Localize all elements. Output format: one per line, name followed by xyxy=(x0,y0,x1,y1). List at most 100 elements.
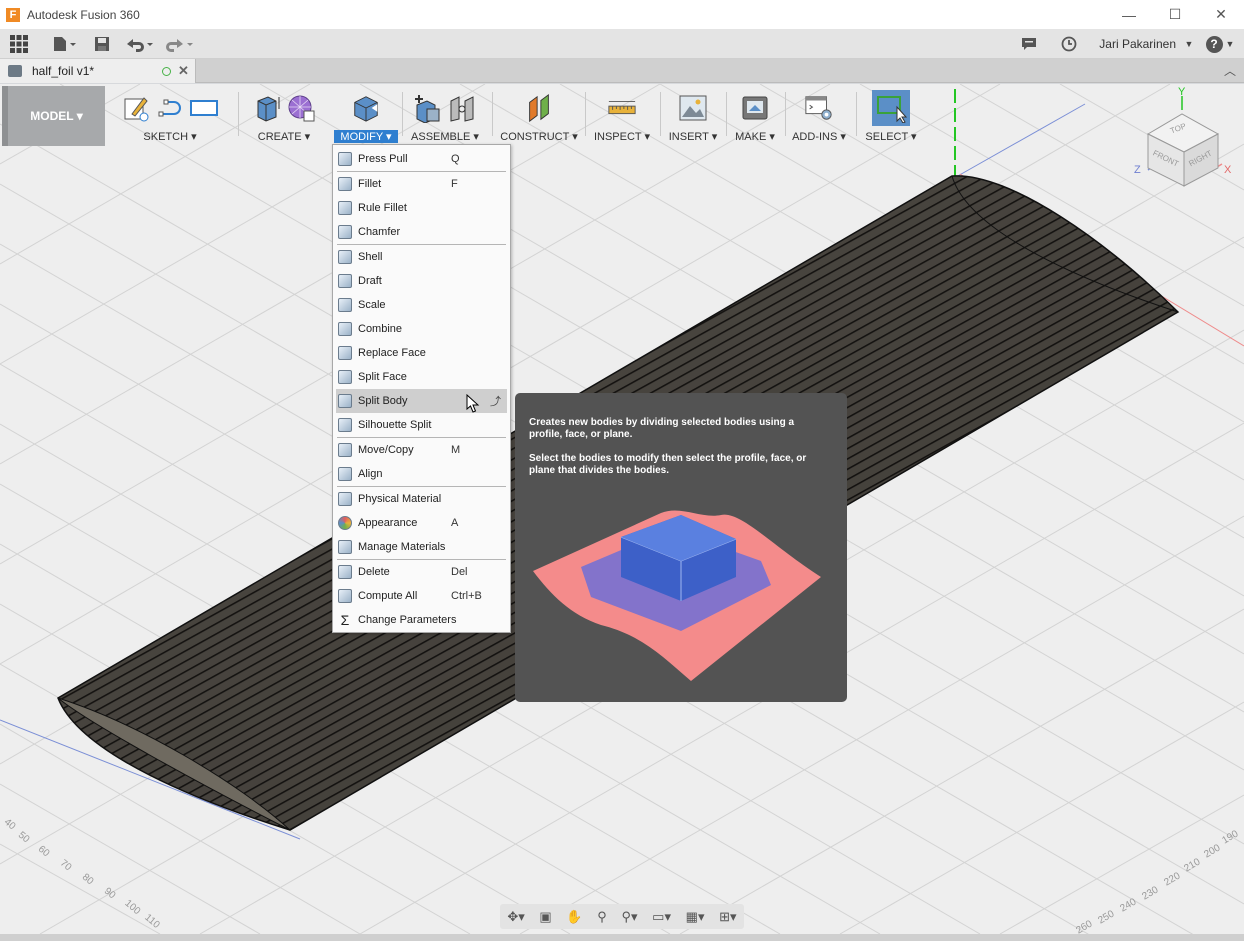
menu-item-rule-fillet[interactable]: Rule Fillet xyxy=(333,196,510,220)
line-icon[interactable] xyxy=(155,92,185,124)
menu-item-draft[interactable]: Draft xyxy=(333,269,510,293)
modify-group[interactable]: MODIFY ▾ xyxy=(330,84,402,148)
menu-item-label: Fillet xyxy=(358,178,382,190)
scripts-addins-icon[interactable] xyxy=(804,92,834,124)
menu-item-combine[interactable]: Combine xyxy=(333,317,510,341)
menu-item-split-body[interactable]: Split Body ⤴ xyxy=(336,389,507,413)
rectangle-icon[interactable] xyxy=(189,92,219,124)
menu-item-shell[interactable]: Shell xyxy=(333,245,510,269)
menu-item-silhouette-split[interactable]: Silhouette Split xyxy=(333,413,510,437)
app-logo-icon: F xyxy=(6,7,20,22)
create-group[interactable]: CREATE ▾ xyxy=(242,84,326,148)
fit-zoom-icon[interactable]: ⚲▾ xyxy=(621,909,637,925)
menu-item-chamfer[interactable]: Chamfer xyxy=(333,220,510,244)
move-copy-icon xyxy=(338,443,352,457)
inspect-group-label[interactable]: INSPECT ▾ xyxy=(588,130,656,143)
menu-item-label: Draft xyxy=(358,275,382,287)
select-group[interactable]: SELECT ▾ xyxy=(860,84,922,148)
menu-item-align[interactable]: Align xyxy=(333,462,510,486)
create-form-icon[interactable] xyxy=(286,92,316,124)
saved-status-icon xyxy=(162,66,171,76)
save-icon[interactable] xyxy=(84,29,120,59)
close-tab-icon[interactable]: ✕ xyxy=(178,63,189,79)
add-ins-group[interactable]: ADD-INS ▾ xyxy=(788,84,850,148)
undo-icon[interactable] xyxy=(120,29,160,59)
close-window-button[interactable]: ✕ xyxy=(1198,0,1244,29)
menu-item-compute-all[interactable]: Compute All Ctrl+B xyxy=(333,584,510,608)
insert-group-label[interactable]: INSERT ▾ xyxy=(664,130,722,143)
job-status-clock-icon[interactable] xyxy=(1049,29,1089,59)
grid-settings-icon[interactable]: ▦▾ xyxy=(686,909,705,925)
comments-icon[interactable] xyxy=(1009,29,1049,59)
menu-item-shortcut: F xyxy=(451,178,458,190)
select-group-label[interactable]: SELECT ▾ xyxy=(860,130,922,143)
joint-icon[interactable] xyxy=(447,92,477,124)
menu-item-label: Rule Fillet xyxy=(358,202,407,214)
menu-item-label: Change Parameters xyxy=(358,614,457,626)
sketch-group-label[interactable]: SKETCH ▾ xyxy=(108,130,232,143)
3d-print-icon[interactable] xyxy=(740,92,770,124)
pin-to-toolbar-icon[interactable]: ⤴ xyxy=(490,393,501,409)
assemble-group-label[interactable]: ASSEMBLE ▾ xyxy=(404,130,486,143)
new-component-icon[interactable] xyxy=(413,92,443,124)
viewports-icon[interactable]: ⊞▾ xyxy=(719,909,736,925)
menu-item-fillet[interactable]: Fillet F xyxy=(333,172,510,196)
user-account-menu[interactable]: Jari Pakarinen xyxy=(1099,37,1176,51)
menu-item-split-face[interactable]: Split Face xyxy=(333,365,510,389)
extrude-icon[interactable] xyxy=(252,92,282,124)
create-sketch-icon[interactable] xyxy=(121,92,151,124)
pan-hand-icon[interactable]: ✋ xyxy=(566,909,582,925)
align-icon xyxy=(338,467,352,481)
menu-item-change-parameters[interactable]: Σ Change Parameters xyxy=(333,608,510,632)
menu-item-press-pull[interactable]: Press Pull Q xyxy=(333,147,510,171)
insert-group[interactable]: INSERT ▾ xyxy=(664,84,722,148)
z-axis-label: Z xyxy=(1134,164,1141,176)
zoom-icon[interactable]: ⚲ xyxy=(597,909,607,925)
select-icon[interactable] xyxy=(872,90,910,126)
x-axis-label: X xyxy=(1224,164,1232,176)
offset-plane-icon[interactable] xyxy=(524,92,554,124)
compute-all-icon xyxy=(338,589,352,603)
construct-group-label[interactable]: CONSTRUCT ▾ xyxy=(496,130,582,143)
toolbar-divider xyxy=(402,92,403,136)
mouse-cursor-icon xyxy=(466,394,480,413)
orbit-icon[interactable]: ✥▾ xyxy=(507,909,524,925)
sketch-group[interactable]: SKETCH ▾ xyxy=(108,84,232,148)
press-pull-icon[interactable] xyxy=(351,92,381,124)
menu-item-scale[interactable]: Scale xyxy=(333,293,510,317)
draft-icon xyxy=(338,274,352,288)
look-at-icon[interactable]: ▣ xyxy=(539,909,551,925)
collapse-toolbar-chevron-up-icon[interactable]: ︿ xyxy=(1224,62,1236,79)
insert-canvas-icon[interactable] xyxy=(678,92,708,124)
assemble-group[interactable]: ASSEMBLE ▾ xyxy=(404,84,486,148)
data-panel-grid-icon[interactable] xyxy=(0,29,38,59)
help-button[interactable]: ? ▼ xyxy=(1196,29,1244,59)
viewcube[interactable]: TOP FRONT RIGHT Y Z X xyxy=(1130,86,1240,192)
make-group-label[interactable]: MAKE ▾ xyxy=(728,130,782,143)
display-settings-icon[interactable]: ▭▾ xyxy=(652,909,671,925)
maximize-button[interactable]: ☐ xyxy=(1152,0,1198,29)
construct-group[interactable]: CONSTRUCT ▾ xyxy=(496,84,582,148)
redo-icon[interactable] xyxy=(160,29,200,59)
menu-item-delete[interactable]: Delete Del xyxy=(333,560,510,584)
user-menu-chevron-down-icon[interactable]: ▼ xyxy=(1182,29,1196,59)
create-group-label[interactable]: CREATE ▾ xyxy=(242,130,326,143)
menu-item-manage-materials[interactable]: Manage Materials xyxy=(333,535,510,559)
menu-item-label: Replace Face xyxy=(358,347,426,359)
minimize-button[interactable]: — xyxy=(1106,0,1152,29)
menu-item-physical-material[interactable]: Physical Material xyxy=(333,487,510,511)
menu-item-label: Combine xyxy=(358,323,403,335)
document-tab[interactable]: half_foil v1* ✕ xyxy=(0,59,196,83)
inspect-group[interactable]: INSPECT ▾ xyxy=(588,84,656,148)
workspace-switcher-button[interactable]: MODEL ▾ xyxy=(2,86,105,146)
menu-item-appearance[interactable]: Appearance A xyxy=(333,511,510,535)
menu-item-move-copy[interactable]: Move/Copy M xyxy=(333,438,510,462)
measure-icon[interactable] xyxy=(607,92,637,124)
modify-group-label[interactable]: MODIFY ▾ xyxy=(334,130,398,143)
make-group[interactable]: MAKE ▾ xyxy=(728,84,782,148)
menu-item-replace-face[interactable]: Replace Face xyxy=(333,341,510,365)
add-ins-group-label[interactable]: ADD-INS ▾ xyxy=(788,130,850,143)
menu-item-label: Physical Material xyxy=(358,493,442,505)
file-menu-icon[interactable] xyxy=(46,29,84,59)
tooltip-instructions: Select the bodies to modify then select … xyxy=(529,453,807,476)
